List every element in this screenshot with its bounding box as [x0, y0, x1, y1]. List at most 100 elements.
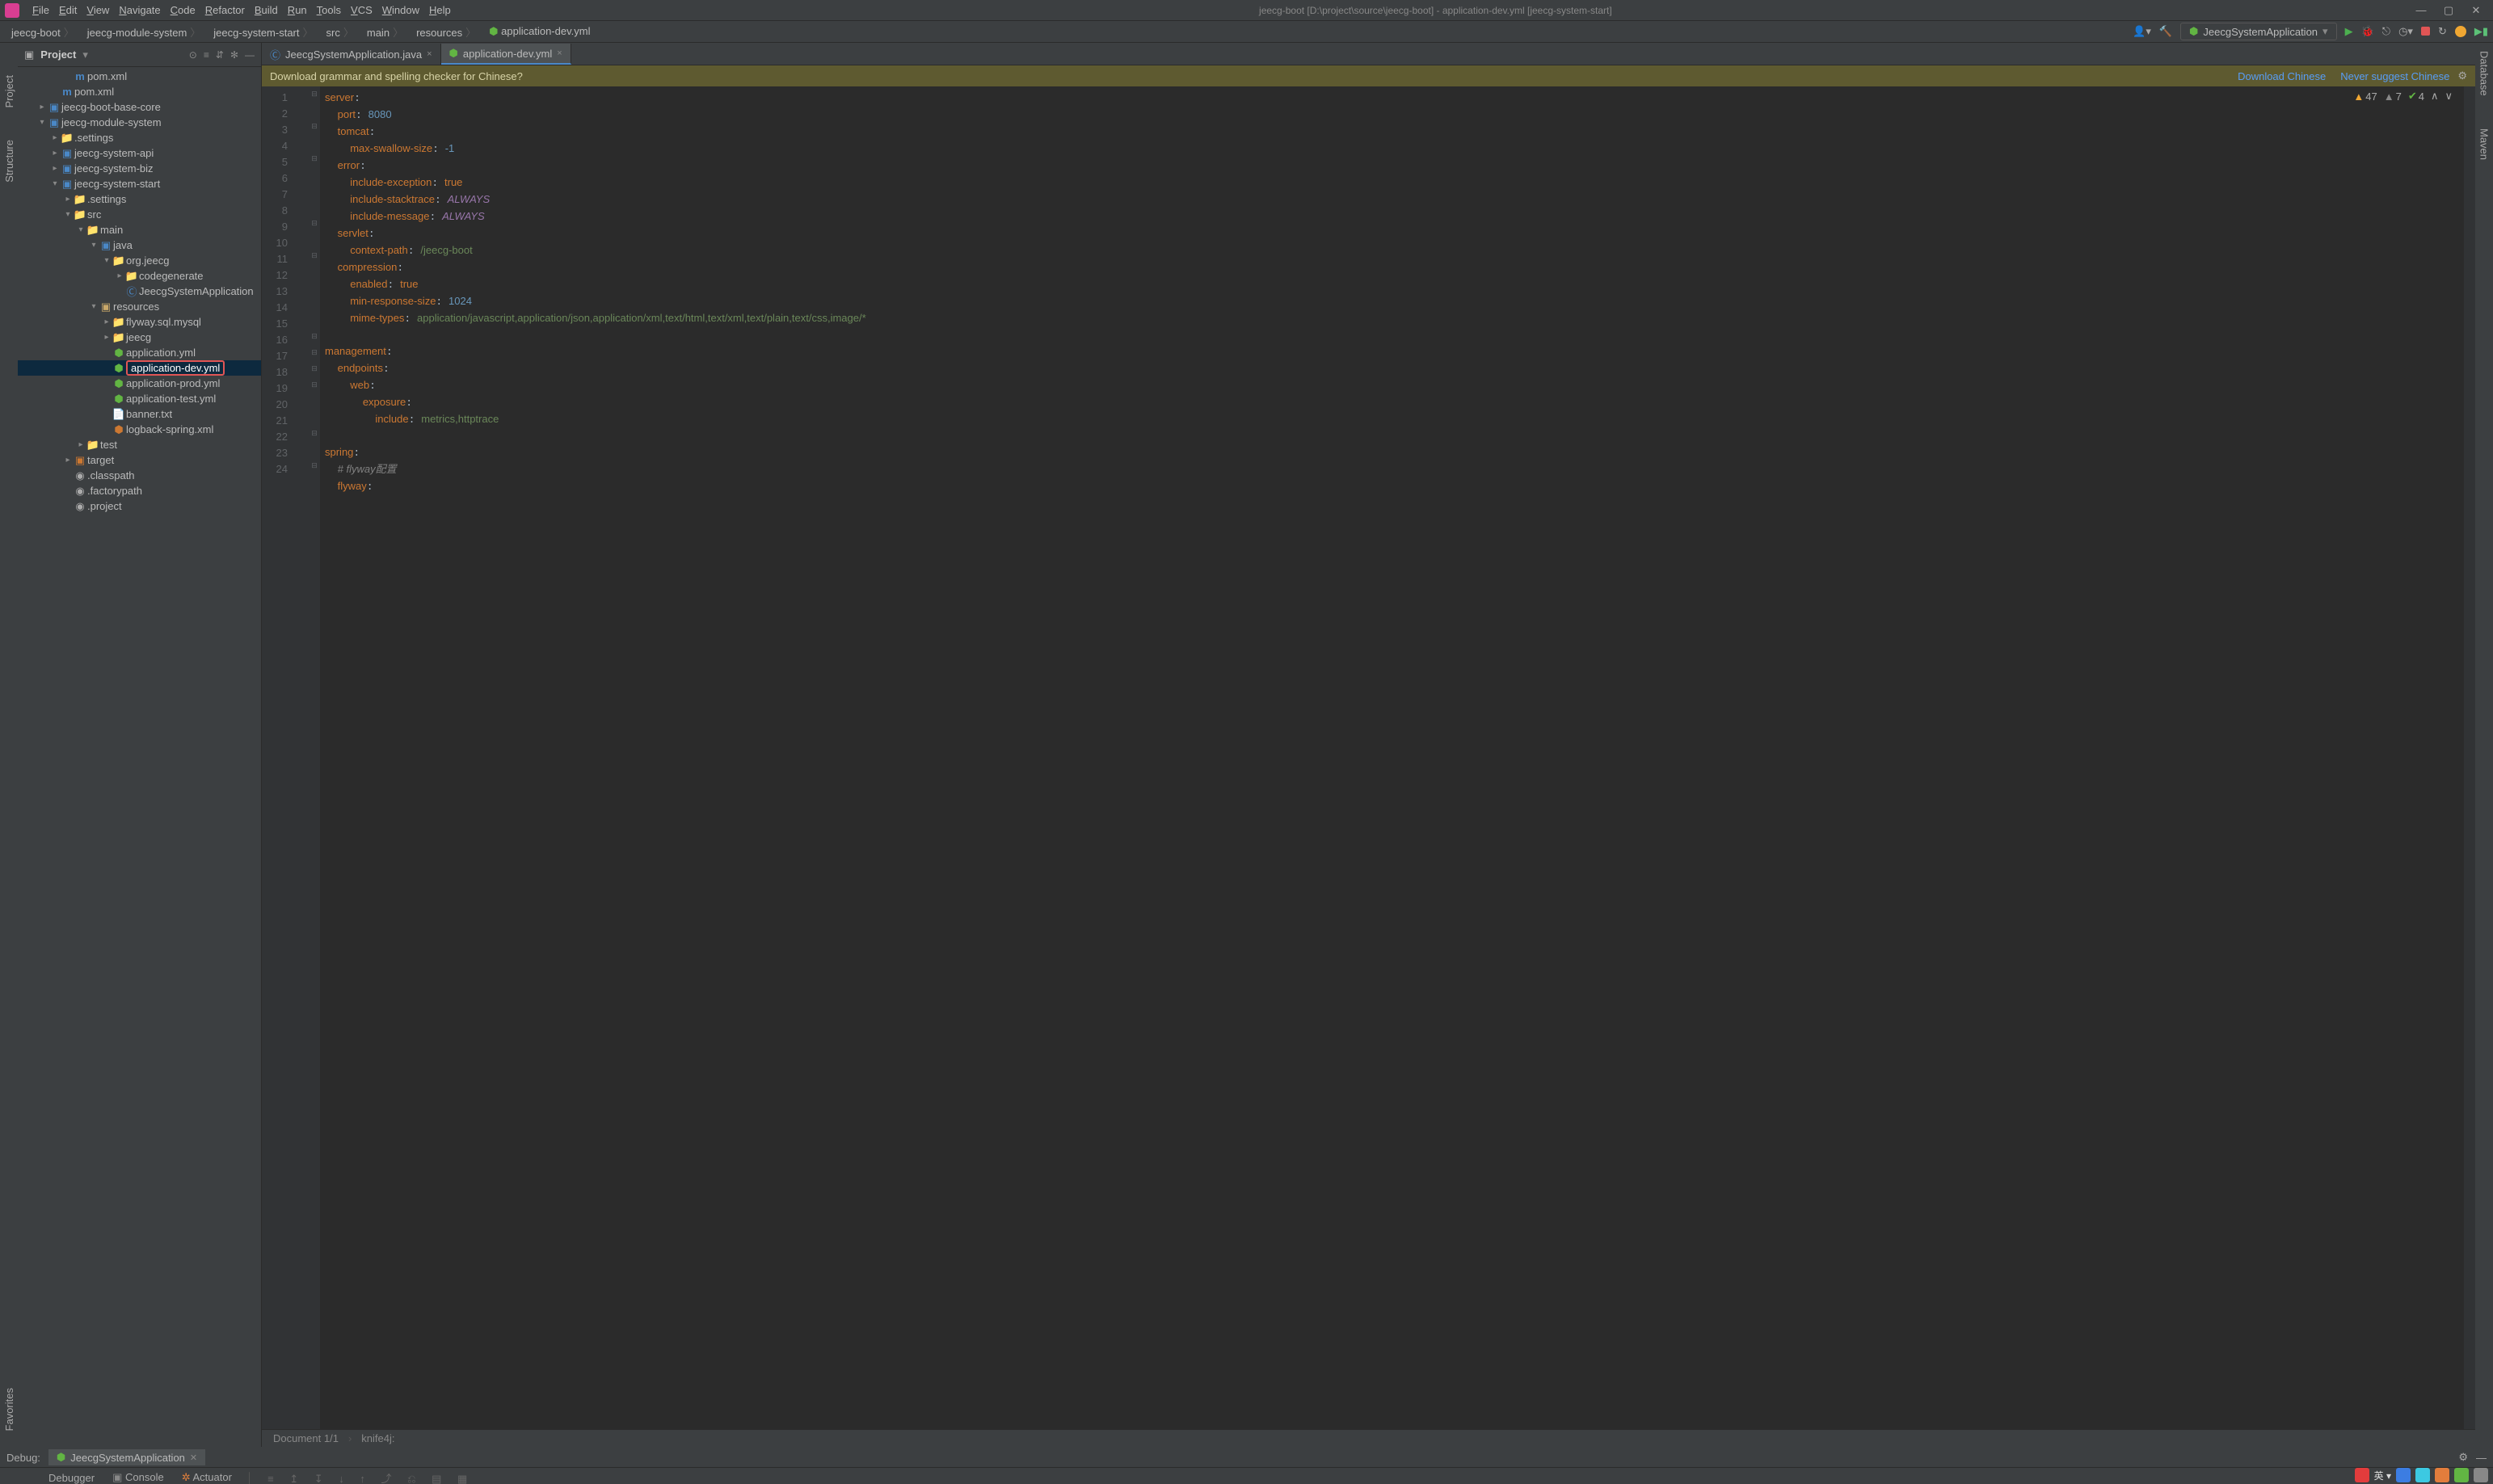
locate-icon[interactable]: ⊙ [189, 49, 197, 61]
menu-view[interactable]: View [82, 2, 114, 18]
hammer-icon[interactable]: 🔨 [2159, 25, 2172, 38]
breadcrumb-0[interactable]: jeecg-boot [5, 23, 81, 41]
banner-gear-icon[interactable]: ⚙ [2457, 69, 2467, 82]
tree-item-application-test-yml[interactable]: ⬢application-test.yml [18, 391, 261, 406]
profile-icon[interactable]: ◷▾ [2398, 25, 2413, 38]
menu-window[interactable]: Window [377, 2, 424, 18]
menu-help[interactable]: Help [424, 2, 456, 18]
tray-icon-2[interactable] [2415, 1468, 2430, 1482]
tree-item--factorypath[interactable]: ◉.factorypath [18, 483, 261, 498]
breadcrumb-2[interactable]: jeecg-system-start [207, 23, 319, 41]
settings-icon[interactable]: ✻ [230, 49, 238, 61]
expand-all-icon[interactable]: ≡ [204, 49, 209, 61]
tree-item--project[interactable]: ◉.project [18, 498, 261, 514]
fold-column[interactable]: ⊟⊟⊟⊟⊟⊟⊟⊟⊟⊟⊟ [309, 86, 320, 1429]
tray-icon-5[interactable] [2474, 1468, 2488, 1482]
tree-item-src[interactable]: ▾📁src [18, 207, 261, 222]
minimize-button[interactable]: — [2415, 4, 2427, 17]
user-icon[interactable]: 👤▾ [2133, 25, 2151, 38]
menu-refactor[interactable]: Refactor [200, 2, 250, 18]
tree-item-main[interactable]: ▾📁main [18, 222, 261, 238]
breadcrumb-5[interactable]: resources [410, 23, 482, 41]
tree-item-jeecg-system-api[interactable]: ▸▣jeecg-system-api [18, 145, 261, 161]
project-header-title[interactable]: Project [40, 48, 76, 61]
run-config-selector[interactable]: ⬢ JeecgSystemApplication ▾ [2180, 23, 2337, 40]
ime-icon[interactable] [2355, 1468, 2369, 1482]
tray-icon-1[interactable] [2396, 1468, 2411, 1482]
tree-item-jeecg-boot-base-core[interactable]: ▸▣jeecg-boot-base-core [18, 99, 261, 115]
menu-run[interactable]: Run [283, 2, 312, 18]
tool-window-favorites[interactable]: Favorites [3, 1388, 15, 1431]
tree-item--classpath[interactable]: ◉.classpath [18, 468, 261, 483]
tree-item-jeecg-system-start[interactable]: ▾▣jeecg-system-start [18, 176, 261, 191]
tree-item-pom-xml[interactable]: mpom.xml [18, 69, 261, 84]
run-button[interactable]: ▶ [2345, 25, 2353, 38]
menu-file[interactable]: File [27, 2, 54, 18]
stop-button[interactable] [2421, 26, 2430, 38]
tool-window-maven[interactable]: Maven [2478, 128, 2491, 160]
app-logo-icon [5, 3, 19, 18]
tree-item-target[interactable]: ▸▣target [18, 452, 261, 468]
debug-button[interactable]: 🐞 [2361, 25, 2374, 38]
code-content[interactable]: server: port: 8080 tomcat: max-swallow-s… [320, 86, 2464, 1429]
tree-item-jeecgsystemapplication[interactable]: ⒸJeecgSystemApplication [18, 284, 261, 299]
tree-item--settings[interactable]: ▸📁.settings [18, 130, 261, 145]
tool-window-structure[interactable]: Structure [3, 140, 15, 183]
tree-item-test[interactable]: ▸📁test [18, 437, 261, 452]
tree-item-resources[interactable]: ▾▣resources [18, 299, 261, 314]
project-tree[interactable]: mpom.xmlmpom.xml▸▣jeecg-boot-base-core▾▣… [18, 67, 261, 1447]
actuator-tab[interactable]: ✲ Actuator [179, 1469, 235, 1484]
tree-item-application-dev-yml[interactable]: ⬢application-dev.yml [18, 360, 261, 376]
editor-tab-application-dev-yml[interactable]: ⬢application-dev.yml× [441, 44, 571, 65]
project-view-icon[interactable]: ▣ [24, 48, 34, 61]
update-icon[interactable]: ↻ [2438, 25, 2447, 38]
breadcrumb-4[interactable]: main [360, 23, 410, 41]
ime-lang[interactable]: 英 ▾ [2374, 1469, 2391, 1482]
tree-item-pom-xml[interactable]: mpom.xml [18, 84, 261, 99]
project-view-dropdown-icon[interactable]: ▾ [82, 48, 88, 61]
menu-tools[interactable]: Tools [312, 2, 346, 18]
tree-item-jeecg-system-biz[interactable]: ▸▣jeecg-system-biz [18, 161, 261, 176]
code-editor[interactable]: 123456789101112131415161718192021222324 … [262, 86, 2475, 1429]
tray-icon-4[interactable] [2454, 1468, 2469, 1482]
hide-icon[interactable]: — [245, 49, 255, 61]
coverage-icon[interactable]: ⎋ [2382, 25, 2390, 38]
menu-navigate[interactable]: Navigate [114, 2, 165, 18]
error-stripe[interactable] [2464, 86, 2475, 1429]
tree-item-banner-txt[interactable]: 📄banner.txt [18, 406, 261, 422]
breadcrumb-6[interactable]: ⬢ application-dev.yml [482, 23, 600, 40]
tool-window-database[interactable]: Database [2478, 51, 2491, 96]
debug-hide-icon[interactable]: — [2476, 1452, 2487, 1464]
ide-tools-icon[interactable]: ▶▮ [2474, 25, 2488, 38]
tree-item-flyway-sql-mysql[interactable]: ▸📁flyway.sql.mysql [18, 314, 261, 330]
tree-item-jeecg[interactable]: ▸📁jeecg [18, 330, 261, 345]
debugger-tab[interactable]: Debugger [45, 1470, 98, 1484]
tree-item-jeecg-module-system[interactable]: ▾▣jeecg-module-system [18, 115, 261, 130]
tray-icon-3[interactable] [2435, 1468, 2449, 1482]
menu-edit[interactable]: Edit [54, 2, 82, 18]
tree-item--settings[interactable]: ▸📁.settings [18, 191, 261, 207]
banner-download-link[interactable]: Download Chinese [2238, 70, 2326, 82]
tree-item-codegenerate[interactable]: ▸📁codegenerate [18, 268, 261, 284]
tree-item-logback-spring-xml[interactable]: ⬢logback-spring.xml [18, 422, 261, 437]
close-button[interactable]: ✕ [2470, 4, 2482, 17]
menu-build[interactable]: Build [250, 2, 283, 18]
maximize-button[interactable]: ▢ [2443, 4, 2454, 17]
tree-item-org-jeecg[interactable]: ▾📁org.jeecg [18, 253, 261, 268]
debug-session-tab[interactable]: ⬢ JeecgSystemApplication ✕ [48, 1449, 205, 1465]
debug-toolbar-icons[interactable]: ≡ ↥ ↧ ↓ ↑ ⤴ ⎌ ▤ ▦ [264, 1469, 477, 1484]
menu-vcs[interactable]: VCS [346, 2, 377, 18]
menu-code[interactable]: Code [166, 2, 200, 18]
debug-gear-icon[interactable]: ⚙ [2458, 1451, 2468, 1464]
collapse-all-icon[interactable]: ⇵ [216, 49, 224, 61]
breadcrumb-3[interactable]: src [320, 23, 360, 41]
tool-window-project[interactable]: Project [3, 75, 15, 107]
tree-item-java[interactable]: ▾▣java [18, 238, 261, 253]
tree-item-application-prod-yml[interactable]: ⬢application-prod.yml [18, 376, 261, 391]
editor-tab-jeecgsystemapplication-java[interactable]: ⒸJeecgSystemApplication.java× [262, 44, 441, 65]
console-tab[interactable]: ▣ Console [109, 1469, 167, 1484]
banner-never-link[interactable]: Never suggest Chinese [2340, 70, 2449, 82]
search-everywhere-icon[interactable] [2455, 26, 2466, 37]
tree-item-application-yml[interactable]: ⬢application.yml [18, 345, 261, 360]
breadcrumb-1[interactable]: jeecg-module-system [81, 23, 208, 41]
